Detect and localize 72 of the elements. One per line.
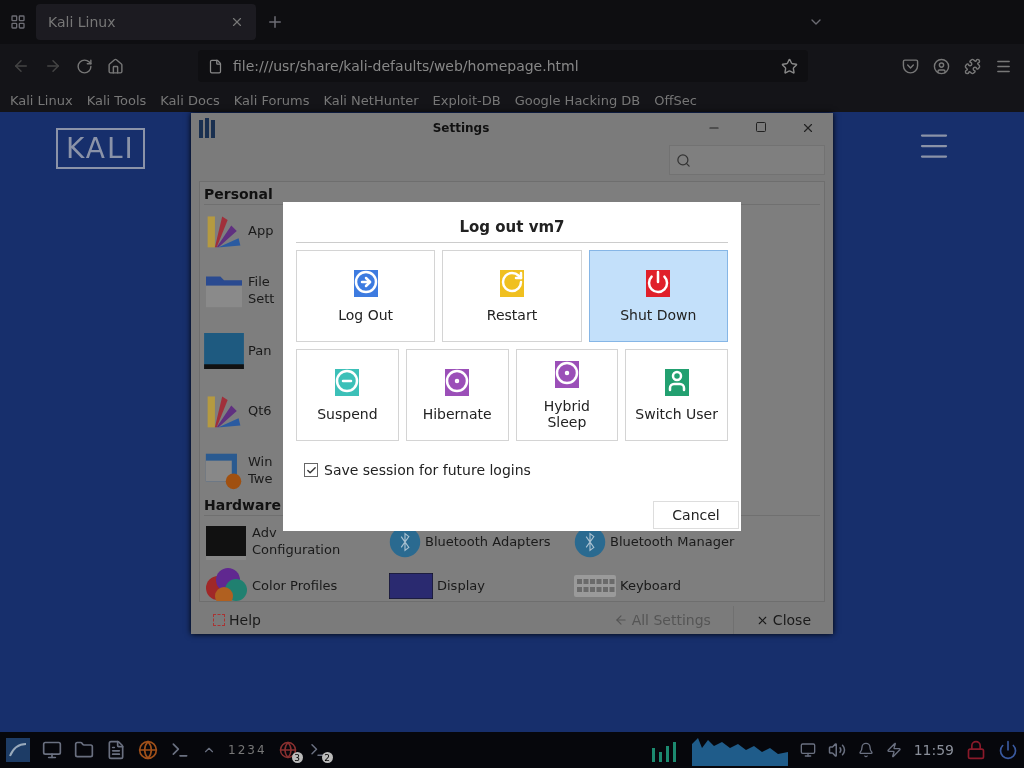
close-icon[interactable]	[230, 15, 244, 29]
tab-list-icon[interactable]	[10, 14, 26, 30]
close-button[interactable]: Close	[732, 606, 833, 634]
logout-option[interactable]: Hibernate	[405, 349, 509, 441]
settings-item[interactable]: App	[248, 222, 274, 240]
settings-app-icon	[199, 118, 215, 138]
bookmark-link[interactable]: Exploit-DB	[432, 92, 501, 108]
search-icon	[676, 152, 691, 168]
settings-item[interactable]: Win Twe	[248, 454, 273, 488]
bookmark-link[interactable]: Kali Tools	[86, 92, 147, 108]
folder-icon[interactable]	[74, 740, 94, 760]
dialog-title: Log out vm7	[296, 202, 728, 243]
settings-item[interactable]: Qt6	[248, 402, 272, 420]
cancel-button[interactable]: Cancel	[653, 501, 739, 529]
settings-item[interactable]: Display	[437, 577, 485, 595]
new-tab-icon[interactable]	[266, 13, 284, 31]
keyboard-icon	[574, 575, 616, 597]
maximize-icon[interactable]	[755, 121, 767, 133]
file-icon	[208, 58, 223, 74]
bell-icon[interactable]	[857, 742, 874, 758]
color-circles-icon	[204, 566, 248, 601]
logout-option[interactable]: Suspend	[296, 349, 399, 441]
bookmark-link[interactable]: Kali Docs	[160, 92, 220, 108]
bookmark-link[interactable]: Kali NetHunter	[323, 92, 419, 108]
screen-icon[interactable]	[799, 742, 816, 758]
logout-option[interactable]: Log Out	[296, 250, 436, 342]
search-field[interactable]	[669, 145, 825, 175]
settings-item[interactable]: Keyboard	[620, 577, 682, 595]
bookmark-link[interactable]: OffSec	[654, 92, 697, 108]
settings-item[interactable]: Adv Configuration	[252, 525, 341, 559]
power-manager-icon[interactable]	[885, 742, 902, 758]
settings-item[interactable]: Bluetooth Manager	[610, 533, 735, 551]
logout-option[interactable]: Restart	[442, 250, 582, 342]
logout-option[interactable]: Hybrid Sleep	[515, 349, 619, 441]
logout-option[interactable]: Shut Down	[588, 250, 728, 342]
settings-item[interactable]: File Sett	[248, 274, 275, 308]
panel-icon	[204, 333, 244, 369]
text-editor-icon[interactable]	[106, 740, 126, 760]
bookmark-link[interactable]: Kali Linux	[10, 92, 73, 108]
bookmark-link[interactable]: Kali Forums	[233, 92, 310, 108]
browser-icon[interactable]	[278, 741, 297, 759]
workspace-switcher[interactable]: 1234	[228, 743, 267, 757]
save-session-checkbox[interactable]: Save session for future logins	[304, 462, 728, 478]
clock[interactable]: 11:59	[913, 742, 954, 758]
display-icon	[389, 573, 433, 599]
window-gear-icon	[204, 452, 244, 490]
help-icon	[213, 614, 225, 626]
settings-item[interactable]: Bluetooth Adapters	[425, 533, 551, 551]
window-count-badge: 2	[321, 752, 333, 763]
extensions-icon[interactable]	[964, 57, 981, 75]
checkbox-label: Save session for future logins	[324, 462, 531, 478]
logout-option[interactable]: Switch User	[625, 349, 728, 441]
checkbox[interactable]	[304, 463, 318, 477]
help-button[interactable]: Help	[191, 606, 283, 634]
home-icon[interactable]	[107, 57, 124, 75]
window-title: Settings	[431, 121, 491, 135]
kali-logo: KALI	[56, 128, 145, 169]
settings-item[interactable]: Color Profiles	[252, 577, 338, 595]
arrow-left-icon	[613, 613, 628, 627]
power-icon[interactable]	[998, 740, 1018, 760]
settings-item[interactable]: Pan	[248, 342, 272, 360]
bookmark-link[interactable]: Google Hacking DB	[514, 92, 641, 108]
account-icon[interactable]	[933, 57, 950, 75]
desktop-icon[interactable]	[42, 740, 62, 760]
volume-icon[interactable]	[827, 741, 846, 759]
window-count-badge: 3	[291, 752, 303, 763]
star-icon[interactable]	[781, 57, 798, 75]
lock-icon[interactable]	[966, 740, 986, 760]
close-icon[interactable]	[801, 121, 815, 135]
browser-tab[interactable]: Kali Linux	[36, 4, 256, 40]
address-bar[interactable]: file:///usr/share/kali-defaults/web/homepage.html	[198, 50, 808, 82]
reload-icon[interactable]	[76, 57, 93, 75]
